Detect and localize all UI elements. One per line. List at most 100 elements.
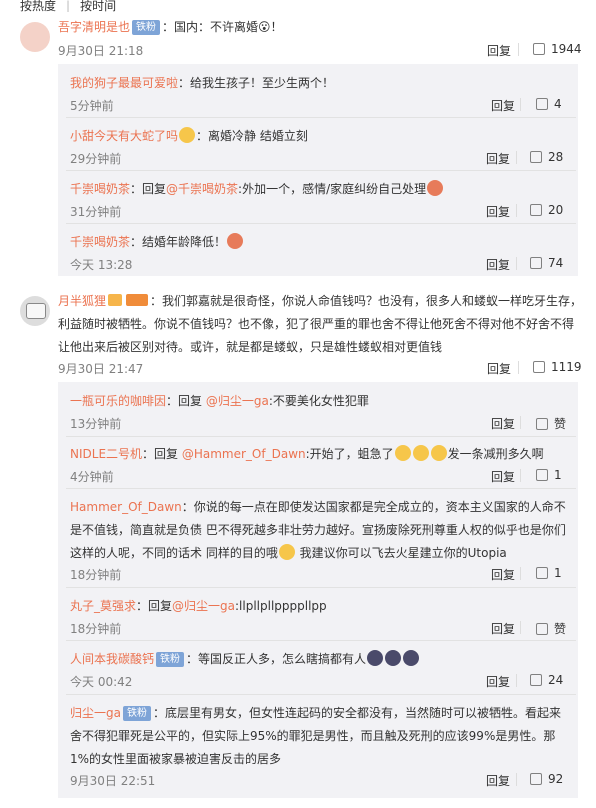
username[interactable]: 吾字清明是也 <box>58 20 130 34</box>
reply-item: 千崇喝奶茶：回复@千崇喝奶茶:外加一个，感情/家庭纠纷自己处理 <box>70 180 444 197</box>
like-button[interactable]: 1119 <box>533 360 582 374</box>
username[interactable]: 我的狗子最最可爱啦 <box>70 76 178 90</box>
like-button[interactable]: 28 <box>530 150 563 164</box>
like-button[interactable]: 1 <box>536 468 562 482</box>
thumb-up-icon <box>530 674 542 686</box>
reply-text: ：结婚年龄降低！ <box>130 235 227 249</box>
like-button[interactable]: 24 <box>530 673 563 687</box>
reply-button[interactable]: 回复 <box>486 256 510 273</box>
reply-button[interactable]: 回复 <box>491 620 515 637</box>
comment-time: 9月30日 21:47 <box>58 362 144 376</box>
reply-button[interactable]: 回复 <box>487 360 511 377</box>
emoji-icon <box>430 445 447 461</box>
username[interactable]: 千崇喝奶茶 <box>70 182 130 196</box>
reply-item: 小甜今天有大蛇了吗 ：离婚冷静 结婚立刻 <box>70 127 308 144</box>
reply-button[interactable]: 回复 <box>486 203 510 220</box>
reply-prefix: ：回复 <box>166 394 206 408</box>
emoji-icon <box>412 445 429 461</box>
fan-badge: 铁粉 <box>132 20 161 35</box>
thumb-up-icon <box>536 623 548 635</box>
like-button[interactable]: 1944 <box>533 42 582 56</box>
comment-text-line2: 利益随时被牺牲。你说不值钱吗？也不像，犯了很严重的罪也舍不得让他死舍不得对他不好… <box>58 317 575 331</box>
reply-text-tail: 发一条减刑多久啊 <box>447 447 544 461</box>
username[interactable]: 月半狐狸 <box>58 294 106 308</box>
reply-text: ：离婚冷静 结婚立刻 <box>196 129 308 143</box>
reply-item: 丸子_莫强求：回复@归尘一ga:llpllpllppppllpp <box>70 597 327 614</box>
username[interactable]: 人间本我碳酸钙 <box>70 652 154 666</box>
avatar[interactable] <box>20 22 50 52</box>
avatar[interactable] <box>20 296 50 326</box>
mention-link[interactable]: @归尘一ga <box>206 394 269 408</box>
username[interactable]: 丸子_莫强求 <box>70 599 136 613</box>
comment-text: ：国内：不许离婚😮！ <box>162 20 283 34</box>
reply-time: 29分钟前 <box>70 152 122 166</box>
like-button[interactable]: 74 <box>530 256 563 270</box>
emoji-icon <box>385 650 402 666</box>
divider <box>520 567 521 580</box>
like-count: 1119 <box>551 360 582 374</box>
reply-prefix: ：回复 <box>136 599 173 613</box>
mention-link[interactable]: @Hammer_Of_Dawn <box>182 447 306 461</box>
mention-link[interactable]: @归尘一ga <box>172 599 235 613</box>
username[interactable]: 归尘一ga <box>70 706 121 720</box>
reply-button[interactable]: 回复 <box>486 150 510 167</box>
comment-time: 9月30日 21:18 <box>58 44 144 58</box>
like-button[interactable]: 92 <box>530 772 563 786</box>
reply-item: 人间本我碳酸钙 铁粉 ：等国反正人多，怎么瞎搞都有人 <box>70 650 420 667</box>
like-button[interactable]: 4 <box>536 97 562 111</box>
comment-text-line3: 让他出来后被区别对待。或许，就是都是蝼蚁，只是雄性蝼蚁相对更值钱 <box>58 340 443 354</box>
like-count: 74 <box>548 256 564 270</box>
like-button[interactable]: 20 <box>530 203 563 217</box>
divider <box>516 204 517 217</box>
reply-time: 9月30日 22:51 <box>70 774 156 788</box>
reply-item: 我的狗子最最可爱啦：给我生孩子！至少生两个！ <box>70 74 334 91</box>
thumb-up-icon <box>536 567 548 579</box>
reply-prefix: ：回复 <box>142 447 182 461</box>
divider <box>516 151 517 164</box>
reply-text-line2: 舍不得犯罪死是公平的，但实际上95%的罪犯是男性，而且触及死刑的应该99%是男性… <box>70 729 556 743</box>
divider <box>520 621 521 634</box>
like-count: 赞 <box>554 622 567 636</box>
like-button[interactable]: 赞 <box>536 620 566 637</box>
reply-button[interactable]: 回复 <box>491 566 515 583</box>
divider <box>518 43 519 56</box>
like-button[interactable]: 1 <box>536 566 562 580</box>
username[interactable]: 一瓶可乐的咖啡因 <box>70 394 166 408</box>
emoji-icon <box>179 127 196 143</box>
comment-text-line1: ：我们郭嘉就是很奇怪，你说人命值钱吗？也没有，很多人和蝼蚁一样吃牙生存， <box>150 294 583 308</box>
reply-item: Hammer_Of_Dawn：你说的每一点在即使发达国家都是完全成立的，资本主义… <box>70 498 566 515</box>
tab-hot[interactable]: 按热度 <box>20 0 56 12</box>
thumb-up-icon <box>530 151 542 163</box>
divider <box>66 436 576 437</box>
mention-link[interactable]: @千崇喝奶茶 <box>166 182 238 196</box>
username[interactable]: 千崇喝奶茶 <box>70 235 130 249</box>
like-count: 28 <box>548 150 564 164</box>
reply-button[interactable]: 回复 <box>491 468 515 485</box>
fan-level-icon <box>126 294 149 306</box>
reply-button[interactable]: 回复 <box>491 415 515 432</box>
username[interactable]: 小甜今天有大蛇了吗 <box>70 129 178 143</box>
tab-time[interactable]: 按时间 <box>80 0 116 12</box>
divider <box>66 223 576 224</box>
like-count: 24 <box>548 673 564 687</box>
divider <box>66 117 576 118</box>
fan-badge: 铁粉 <box>156 652 185 667</box>
reply-button[interactable]: 回复 <box>487 42 511 59</box>
reply-item: 一瓶可乐的咖啡因：回复 @归尘一ga:不要美化女性犯罪 <box>70 392 369 409</box>
reply-text: :llpllpllppppllpp <box>235 599 327 613</box>
divider <box>516 773 517 786</box>
reply-time: 4分钟前 <box>70 470 114 484</box>
divider <box>520 98 521 111</box>
reply-text-line2: 是不值钱，简直就是负债 巴不得死越多非壮劳力越好。宣扬废除死刑尊重人权的似乎也是… <box>70 523 566 537</box>
reply-text-line3a: 这样的人呢，不同的话术 同样的目的哦 <box>70 546 278 560</box>
divider <box>66 640 576 641</box>
thumb-up-icon <box>536 418 548 430</box>
reply-button[interactable]: 回复 <box>486 673 510 690</box>
like-button[interactable]: 赞 <box>536 415 566 432</box>
reply-button[interactable]: 回复 <box>486 772 510 789</box>
username[interactable]: NIDLE二号机 <box>70 447 142 461</box>
divider <box>520 416 521 429</box>
reply-button[interactable]: 回复 <box>491 97 515 114</box>
username[interactable]: Hammer_Of_Dawn <box>70 500 182 514</box>
reply-text-line1: ：底层里有男女，但女性连起码的安全都没有，当然随时可以被牺牲。看起来 <box>152 706 561 720</box>
